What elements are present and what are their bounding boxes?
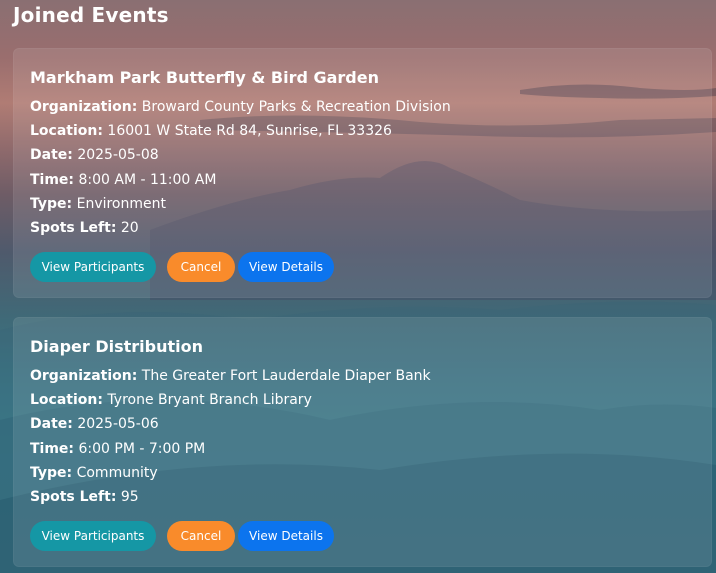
type-label: Type: — [30, 465, 73, 481]
spots-left-value: 95 — [120, 489, 139, 505]
cancel-button[interactable]: Cancel — [167, 521, 235, 551]
event-date: Date: 2025-05-06 — [30, 416, 159, 432]
view-participants-button[interactable]: View Participants — [30, 252, 156, 282]
type-value: Environment — [76, 196, 166, 212]
spots-left-label: Spots Left: — [30, 220, 117, 236]
cancel-button[interactable]: Cancel — [167, 252, 235, 282]
event-title: Diaper Distribution — [30, 337, 203, 356]
organization-value: The Greater Fort Lauderdale Diaper Bank — [141, 368, 431, 384]
event-spots-left: Spots Left: 95 — [30, 489, 139, 505]
event-time: Time: 6:00 PM - 7:00 PM — [30, 441, 205, 457]
type-label: Type: — [30, 196, 73, 212]
organization-label: Organization: — [30, 368, 138, 384]
view-details-button[interactable]: View Details — [238, 252, 334, 282]
event-card: Diaper Distribution Organization: The Gr… — [13, 317, 712, 567]
event-organization: Organization: Broward County Parks & Rec… — [30, 99, 451, 115]
date-value: 2025-05-08 — [77, 147, 159, 163]
date-label: Date: — [30, 147, 73, 163]
event-type: Type: Community — [30, 465, 158, 481]
event-type: Type: Environment — [30, 196, 166, 212]
time-label: Time: — [30, 441, 75, 457]
organization-value: Broward County Parks & Recreation Divisi… — [141, 99, 451, 115]
event-location: Location: Tyrone Bryant Branch Library — [30, 392, 312, 408]
time-value: 6:00 PM - 7:00 PM — [78, 441, 206, 457]
location-value: 16001 W State Rd 84, Sunrise, FL 33326 — [107, 123, 392, 139]
time-label: Time: — [30, 172, 75, 188]
time-value: 8:00 AM - 11:00 AM — [78, 172, 217, 188]
view-details-button[interactable]: View Details — [238, 521, 334, 551]
view-participants-button[interactable]: View Participants — [30, 521, 156, 551]
date-label: Date: — [30, 416, 73, 432]
event-time: Time: 8:00 AM - 11:00 AM — [30, 172, 216, 188]
page-title: Joined Events — [13, 3, 169, 27]
event-location: Location: 16001 W State Rd 84, Sunrise, … — [30, 123, 392, 139]
event-card: Markham Park Butterfly & Bird Garden Org… — [13, 48, 712, 298]
type-value: Community — [76, 465, 158, 481]
event-organization: Organization: The Greater Fort Lauderdal… — [30, 368, 431, 384]
spots-left-label: Spots Left: — [30, 489, 117, 505]
spots-left-value: 20 — [120, 220, 139, 236]
location-value: Tyrone Bryant Branch Library — [107, 392, 312, 408]
location-label: Location: — [30, 392, 103, 408]
event-spots-left: Spots Left: 20 — [30, 220, 139, 236]
date-value: 2025-05-06 — [77, 416, 159, 432]
organization-label: Organization: — [30, 99, 138, 115]
location-label: Location: — [30, 123, 103, 139]
event-title: Markham Park Butterfly & Bird Garden — [30, 68, 379, 87]
event-date: Date: 2025-05-08 — [30, 147, 159, 163]
